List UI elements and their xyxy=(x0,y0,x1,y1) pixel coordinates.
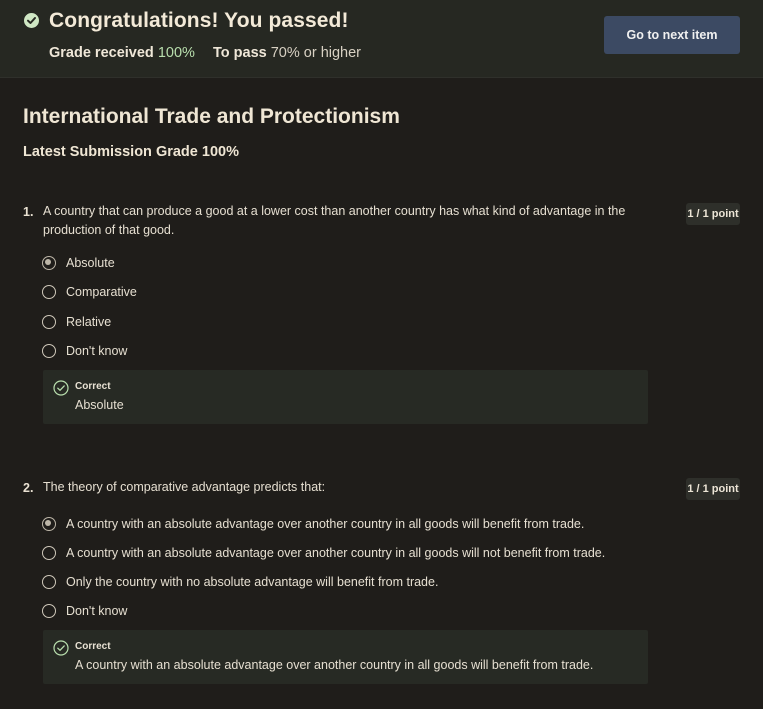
question-2-points-badge: 1 / 1 point xyxy=(686,478,740,500)
option-label: A country with an absolute advantage ove… xyxy=(66,546,606,560)
question-2-number: 2. xyxy=(23,481,34,495)
grade-received-label: Grade received xyxy=(49,45,154,61)
radio-button[interactable] xyxy=(42,344,56,358)
question-2-text: The theory of comparative advantage pred… xyxy=(43,478,325,497)
option-label: Don't know xyxy=(66,344,128,358)
option-label: Absolute xyxy=(66,256,115,270)
question-1-text-line: A country that can produce a good at a l… xyxy=(43,204,626,218)
pass-title: Congratulations! You passed! xyxy=(49,9,349,32)
quiz-title: International Trade and Protectionism xyxy=(23,105,400,128)
question-1-text-line: production of that good. xyxy=(43,223,175,237)
question-2-option[interactable]: A country with an absolute advantage ove… xyxy=(42,544,605,562)
question-2-text-line: The theory of comparative advantage pred… xyxy=(43,480,326,494)
feedback-status-label: Correct xyxy=(75,641,111,652)
check-circle-outline-icon xyxy=(53,380,69,401)
check-circle-icon xyxy=(24,13,39,28)
question-2-option[interactable]: A country with an absolute advantage ove… xyxy=(42,515,584,533)
to-pass-value: 70% or higher xyxy=(270,45,362,61)
check-circle-outline-icon xyxy=(53,640,69,661)
option-label: A country with an absolute advantage ove… xyxy=(66,517,585,531)
question-1-option[interactable]: Comparative xyxy=(42,283,137,301)
radio-button[interactable] xyxy=(42,575,56,589)
feedback-answer: A country with an absolute advantage ove… xyxy=(75,658,594,672)
radio-button[interactable] xyxy=(42,546,56,560)
question-1-option[interactable]: Relative xyxy=(42,313,111,331)
question-1-option[interactable]: Don't know xyxy=(42,342,127,360)
question-1-feedback: Correct Absolute xyxy=(43,370,648,424)
feedback-status-label: Correct xyxy=(75,381,111,392)
question-1-text: A country that can produce a good at a l… xyxy=(43,202,625,240)
question-2-feedback: Correct A country with an absolute advan… xyxy=(43,630,648,684)
option-label: Only the country with no absolute advant… xyxy=(66,575,439,589)
to-pass-label: To pass xyxy=(212,45,267,61)
option-label: Relative xyxy=(66,315,112,329)
option-label: Comparative xyxy=(66,285,137,299)
radio-button[interactable] xyxy=(42,285,56,299)
question-1-points-badge: 1 / 1 point xyxy=(686,203,740,225)
question-2-option[interactable]: Only the country with no absolute advant… xyxy=(42,573,438,591)
radio-button-selected[interactable] xyxy=(42,256,56,270)
go-to-next-item-button[interactable]: Go to next item xyxy=(604,16,740,54)
option-label: Don't know xyxy=(66,604,128,618)
question-1-option[interactable]: Absolute xyxy=(42,254,115,272)
latest-submission-grade: Latest Submission Grade 100% xyxy=(23,144,239,160)
question-1-number: 1. xyxy=(23,205,34,219)
feedback-answer: Absolute xyxy=(75,398,124,412)
result-banner: Congratulations! You passed! Grade recei… xyxy=(0,0,763,78)
radio-button[interactable] xyxy=(42,315,56,329)
question-2-option[interactable]: Don't know xyxy=(42,602,127,620)
grade-summary: Grade received 100% To pass 70% or highe… xyxy=(49,45,361,61)
radio-button[interactable] xyxy=(42,604,56,618)
grade-received-value: 100% xyxy=(157,45,195,61)
radio-button-selected[interactable] xyxy=(42,517,56,531)
